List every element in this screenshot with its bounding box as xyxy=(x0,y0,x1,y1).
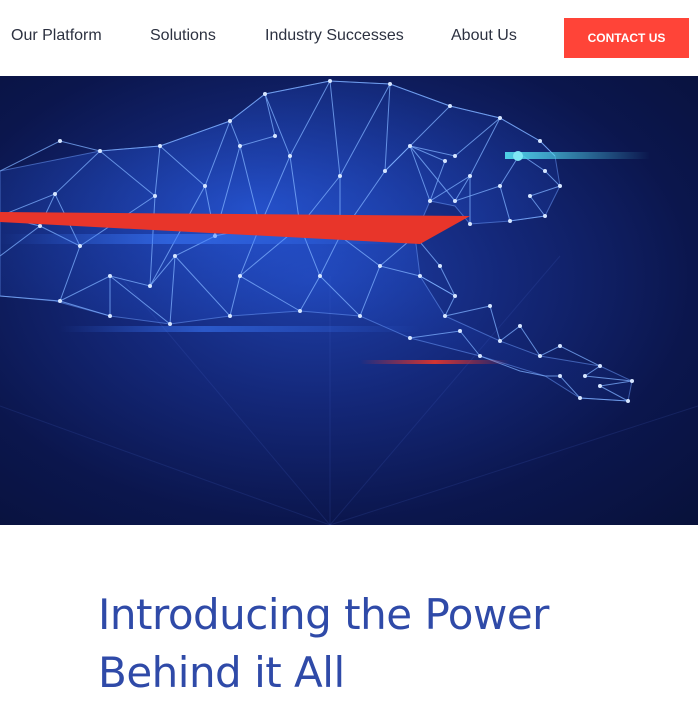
red-speed-streak-lower xyxy=(360,360,510,364)
intro-heading: Introducing the Power Behind it All xyxy=(98,590,549,697)
cyan-eye-streak xyxy=(505,152,650,159)
nav-about-us[interactable]: About Us xyxy=(451,26,517,46)
nav-industry-successes[interactable]: Industry Successes xyxy=(265,26,404,46)
cheetah-illustration xyxy=(0,79,698,525)
blue-speed-streak-lower xyxy=(60,326,420,332)
page: Our Platform Solutions Industry Successe… xyxy=(0,0,698,715)
nav-our-platform[interactable]: Our Platform xyxy=(11,26,102,46)
nav-solutions[interactable]: Solutions xyxy=(150,26,216,46)
site-header: Our Platform Solutions Industry Successe… xyxy=(0,0,698,76)
cheetah-eye xyxy=(513,151,523,161)
hero-banner xyxy=(0,76,698,525)
contact-us-button[interactable]: CONTACT US xyxy=(564,18,689,58)
